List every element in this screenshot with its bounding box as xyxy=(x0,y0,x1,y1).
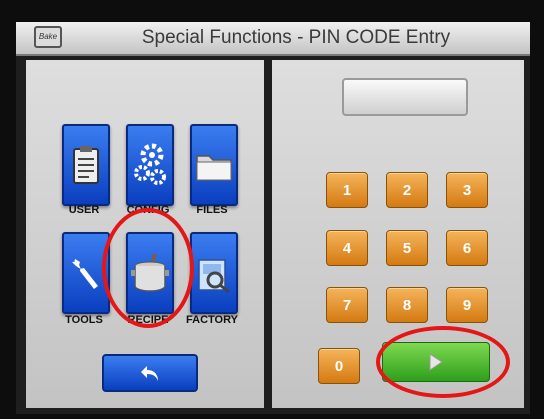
pin-entry-panel: 1 2 3 4 5 6 7 8 9 0 xyxy=(272,60,524,408)
key-5[interactable]: 5 xyxy=(386,230,428,266)
clipboard-icon xyxy=(73,146,99,184)
key-9[interactable]: 9 xyxy=(446,287,488,323)
functions-panel: USER CONFIG FILES TOOLS RECIPE FACTORY xyxy=(26,60,264,408)
factory-icon xyxy=(198,259,230,294)
gears-icon xyxy=(134,143,166,185)
wrench-icon xyxy=(72,259,98,289)
brand-logo: Bake xyxy=(34,26,62,48)
user-label: USER xyxy=(68,204,100,216)
back-button[interactable] xyxy=(102,354,198,392)
factory-label: FACTORY xyxy=(186,314,238,326)
config-button[interactable] xyxy=(126,124,174,206)
user-button[interactable] xyxy=(62,124,110,206)
key-4[interactable]: 4 xyxy=(326,230,368,266)
factory-button[interactable] xyxy=(190,232,238,314)
return-arrow-icon xyxy=(141,366,158,381)
tools-label: TOOLS xyxy=(65,314,103,326)
recipe-highlight-circle xyxy=(102,208,194,328)
page-title: Special Functions - PIN CODE Entry xyxy=(141,27,451,48)
pin-code-field[interactable] xyxy=(342,78,468,116)
files-button[interactable] xyxy=(190,124,238,206)
files-label: FILES xyxy=(196,204,228,216)
key-2[interactable]: 2 xyxy=(386,172,428,208)
key-1[interactable]: 1 xyxy=(326,172,368,208)
key-3[interactable]: 3 xyxy=(446,172,488,208)
key-8[interactable]: 8 xyxy=(386,287,428,323)
key-0[interactable]: 0 xyxy=(318,348,360,384)
key-7[interactable]: 7 xyxy=(326,287,368,323)
title-bar: Bake Special Functions - PIN CODE Entry xyxy=(16,22,530,56)
enter-highlight-circle xyxy=(376,326,510,398)
key-6[interactable]: 6 xyxy=(446,230,488,266)
hmi-screen: Bake Special Functions - PIN CODE Entry … xyxy=(16,22,530,414)
folder-icon xyxy=(196,155,232,181)
